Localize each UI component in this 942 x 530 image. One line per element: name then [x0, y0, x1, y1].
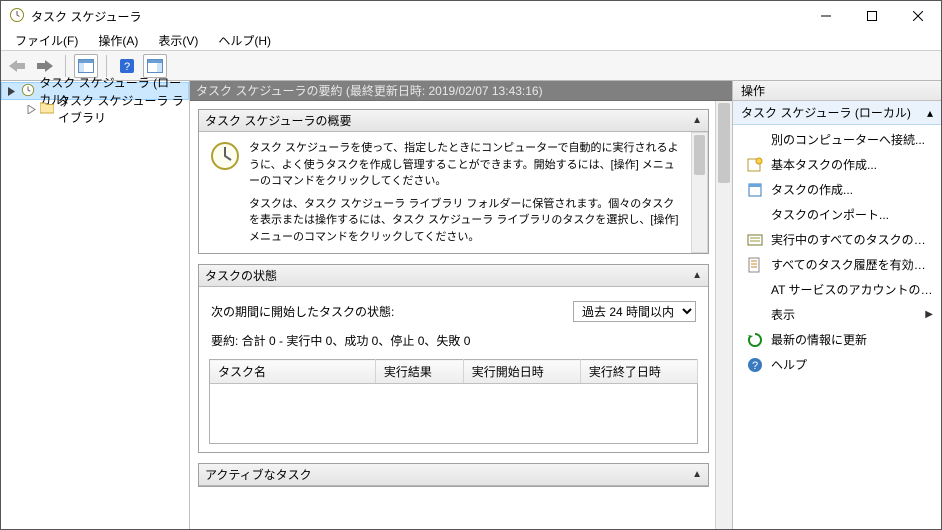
status-table: タスク名 実行結果 実行開始日時 実行終了日時: [209, 359, 698, 444]
close-button[interactable]: [895, 1, 941, 31]
status-table-empty: [210, 384, 698, 444]
tree-expand-icon[interactable]: [27, 103, 36, 115]
scope-tree: タスク スケジューラ (ローカル) タスク スケジューラ ライブラリ: [1, 81, 190, 529]
blank-icon: [747, 207, 763, 223]
action-view-running[interactable]: 実行中のすべてのタスクの表示: [733, 227, 941, 252]
clock-icon: [209, 140, 241, 245]
action-enable-history[interactable]: すべてのタスク履歴を有効にする: [733, 252, 941, 277]
nav-back-button[interactable]: [5, 54, 29, 78]
status-panel: タスクの状態 ▲ 次の期間に開始したタスクの状態: 過去 24 時間以内 要約:…: [198, 264, 709, 453]
center-pane: タスク スケジューラの要約 (最終更新日時: 2019/02/07 13:43:…: [190, 81, 733, 529]
center-scrollbar[interactable]: [715, 101, 732, 529]
collapse-icon[interactable]: ▲: [692, 115, 702, 126]
main-area: タスク スケジューラ (ローカル) タスク スケジューラ ライブラリ タスク ス…: [1, 81, 941, 529]
menu-view[interactable]: 表示(V): [148, 30, 208, 51]
actions-list: 別のコンピューターへ接続... 基本タスクの作成... タスクの作成... タス…: [733, 125, 941, 379]
overview-scrollbar[interactable]: [691, 132, 708, 253]
actions-header: 操作: [733, 81, 941, 101]
window-title: タスク スケジューラ: [31, 8, 142, 25]
collapse-icon[interactable]: ▲: [692, 469, 702, 480]
title-bar: タスク スケジューラ: [1, 1, 941, 31]
blank-icon: [747, 132, 763, 148]
wizard-icon: [747, 157, 763, 173]
blank-icon: [747, 307, 763, 323]
menu-action[interactable]: 操作(A): [88, 30, 148, 51]
folder-icon: [40, 102, 54, 117]
action-connect[interactable]: 別のコンピューターへ接続...: [733, 127, 941, 152]
status-period-label: 次の期間に開始したタスクの状態:: [211, 303, 394, 320]
action-import-task[interactable]: タスクのインポート...: [733, 202, 941, 227]
active-tasks-header[interactable]: アクティブなタスク ▲: [199, 464, 708, 486]
status-title: タスクの状態: [205, 267, 277, 284]
task-icon: [747, 182, 763, 198]
overview-para1: タスク スケジューラを使って、指定したときにコンピューターで自動的に実行されるよ…: [249, 140, 679, 190]
active-tasks-title: アクティブなタスク: [205, 466, 312, 483]
overview-text: タスク スケジューラを使って、指定したときにコンピューターで自動的に実行されるよ…: [249, 140, 679, 245]
status-period-select[interactable]: 過去 24 時間以内: [573, 301, 696, 322]
status-panel-header[interactable]: タスクの状態 ▲: [199, 265, 708, 287]
refresh-icon: [747, 332, 763, 348]
col-start[interactable]: 実行開始日時: [463, 360, 580, 384]
collapse-icon[interactable]: ▴: [927, 106, 933, 120]
center-header-title: タスク スケジューラの要約 (最終更新日時: 2019/02/07 13:43:…: [196, 82, 543, 99]
svg-text:?: ?: [752, 360, 758, 372]
actions-pane: 操作 タスク スケジューラ (ローカル) ▴ 別のコンピューターへ接続... 基…: [733, 81, 941, 529]
tree-expand-icon[interactable]: [7, 85, 17, 97]
overview-title: タスク スケジューラの概要: [205, 112, 352, 129]
action-refresh[interactable]: 最新の情報に更新: [733, 327, 941, 352]
maximize-button[interactable]: [849, 1, 895, 31]
overview-panel: タスク スケジューラの概要 ▲ タスク スケジューラを使って、指定したときにコン…: [198, 109, 709, 254]
minimize-button[interactable]: [803, 1, 849, 31]
tree-node-library[interactable]: タスク スケジューラ ライブラリ: [21, 100, 189, 118]
active-tasks-panel: アクティブなタスク ▲: [198, 463, 709, 487]
history-icon: [747, 257, 763, 273]
col-end[interactable]: 実行終了日時: [580, 360, 697, 384]
action-help[interactable]: ? ヘルプ: [733, 352, 941, 377]
app-icon: [9, 7, 25, 26]
menu-help[interactable]: ヘルプ(H): [208, 30, 281, 51]
tree-node-label: タスク スケジューラ ライブラリ: [58, 92, 185, 126]
col-task-name[interactable]: タスク名: [210, 360, 376, 384]
center-header: タスク スケジューラの要約 (最終更新日時: 2019/02/07 13:43:…: [190, 81, 732, 101]
blank-icon: [747, 282, 763, 298]
action-view-submenu[interactable]: 表示 ▶: [733, 302, 941, 327]
actions-group-title: タスク スケジューラ (ローカル): [741, 104, 911, 121]
col-result[interactable]: 実行結果: [375, 360, 463, 384]
menu-bar: ファイル(F) 操作(A) 表示(V) ヘルプ(H): [1, 31, 941, 51]
action-at-account[interactable]: AT サービスのアカウントの構成: [733, 277, 941, 302]
overview-panel-header[interactable]: タスク スケジューラの概要 ▲: [199, 110, 708, 132]
running-tasks-icon: [747, 232, 763, 248]
actions-group-header[interactable]: タスク スケジューラ (ローカル) ▴: [733, 101, 941, 125]
svg-text:?: ?: [124, 61, 130, 73]
menu-file[interactable]: ファイル(F): [5, 30, 88, 51]
status-summary: 要約: 合計 0 - 実行中 0、成功 0、停止 0、失敗 0: [209, 332, 698, 359]
action-create-basic-task[interactable]: 基本タスクの作成...: [733, 152, 941, 177]
submenu-arrow-icon: ▶: [925, 309, 933, 320]
clock-icon: [21, 83, 35, 100]
help-icon: ?: [747, 357, 763, 373]
collapse-icon[interactable]: ▲: [692, 270, 702, 281]
overview-para2: タスクは、タスク スケジューラ ライブラリ フォルダーに保管されます。個々のタス…: [249, 196, 679, 246]
action-create-task[interactable]: タスクの作成...: [733, 177, 941, 202]
